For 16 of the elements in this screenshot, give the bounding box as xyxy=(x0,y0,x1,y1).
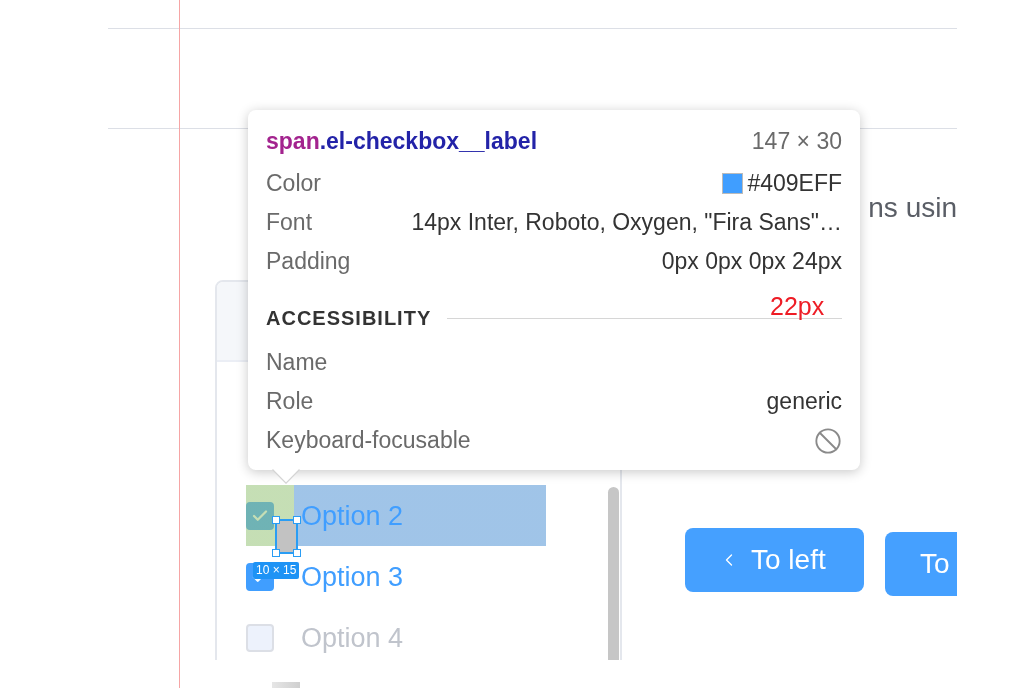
intro-text: ns usin xyxy=(868,192,957,224)
section-title: ACCESSIBILITY xyxy=(266,306,432,331)
measurement-annotation: 22px xyxy=(770,291,825,321)
property-name: Role xyxy=(266,387,314,417)
property-name: Color xyxy=(266,169,321,199)
element-selector: span.el-checkbox__label xyxy=(266,126,538,156)
element-size: 147 × 30 xyxy=(751,126,842,156)
property-name: Name xyxy=(266,348,328,378)
size-label: 10 × 15 xyxy=(253,562,300,579)
property-value: #409EFF xyxy=(747,169,842,199)
property-value: generic xyxy=(766,387,842,417)
property-name: Keyboard-focusable xyxy=(266,426,471,456)
property-value: 14px Inter, Roboto, Oxygen, "Fira Sans"… xyxy=(411,208,842,238)
property-name: Font xyxy=(266,208,313,238)
property-value: 0px 0px 0px 24px xyxy=(661,247,842,277)
property-name: Padding xyxy=(266,247,351,277)
